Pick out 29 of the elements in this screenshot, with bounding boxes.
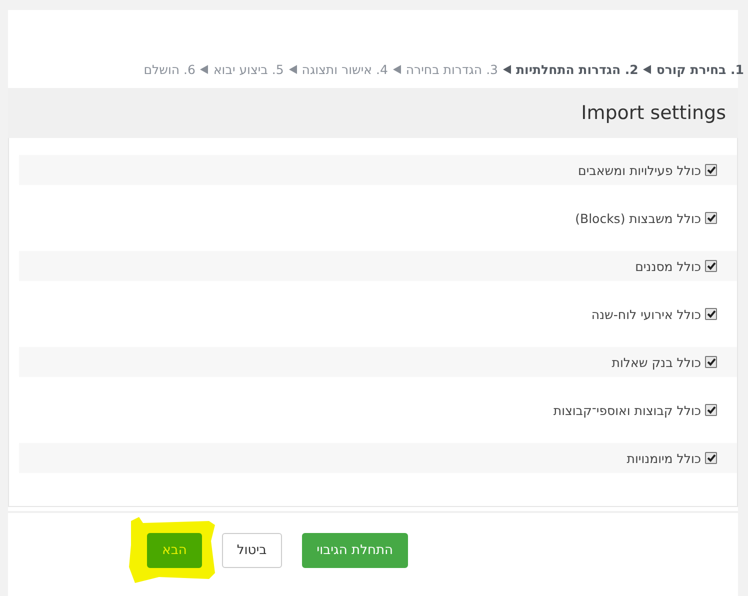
section-title: Import settings bbox=[581, 102, 726, 124]
option-label: כולל פעילויות ומשאבים bbox=[578, 162, 701, 178]
step-label: 5. ביצוע יבוא bbox=[213, 62, 284, 76]
checkbox[interactable] bbox=[705, 212, 717, 224]
checkbox[interactable] bbox=[705, 404, 717, 416]
step-label: 3. הגדרות בחירה bbox=[406, 62, 498, 76]
option-label: כולל משבצות (Blocks) bbox=[575, 210, 701, 226]
option-label: כולל מסננים bbox=[635, 258, 701, 274]
checkbox[interactable] bbox=[705, 164, 717, 176]
option-label: כולל קבוצות ואוספי־קבוצות bbox=[553, 402, 701, 418]
action-button[interactable]: התחלת הגיבוי bbox=[302, 533, 408, 568]
option-label: כולל בנק שאלות bbox=[612, 354, 701, 370]
action-button[interactable]: ביטול bbox=[222, 533, 282, 568]
step-label: 1. בחירת קורס bbox=[656, 62, 744, 76]
triangle-icon bbox=[200, 64, 208, 74]
action-button[interactable]: הבא bbox=[147, 533, 202, 568]
triangle-icon bbox=[643, 64, 652, 74]
triangle-icon bbox=[503, 64, 511, 74]
checkbox[interactable] bbox=[705, 356, 717, 368]
option-label: כולל מיומנויות bbox=[626, 450, 701, 466]
step-label: 2. הגדרות התחלתיות bbox=[516, 62, 638, 76]
triangle-icon bbox=[392, 64, 401, 74]
checkbox[interactable] bbox=[705, 260, 717, 272]
checkbox[interactable] bbox=[705, 452, 717, 464]
step-label: 4. אישור ותצוגה bbox=[302, 62, 388, 76]
checkbox[interactable] bbox=[705, 308, 717, 320]
triangle-icon bbox=[288, 64, 297, 74]
step-label: 6. הושלם bbox=[144, 62, 196, 76]
option-label: כולל אירועי לוח-שנה bbox=[591, 306, 701, 322]
